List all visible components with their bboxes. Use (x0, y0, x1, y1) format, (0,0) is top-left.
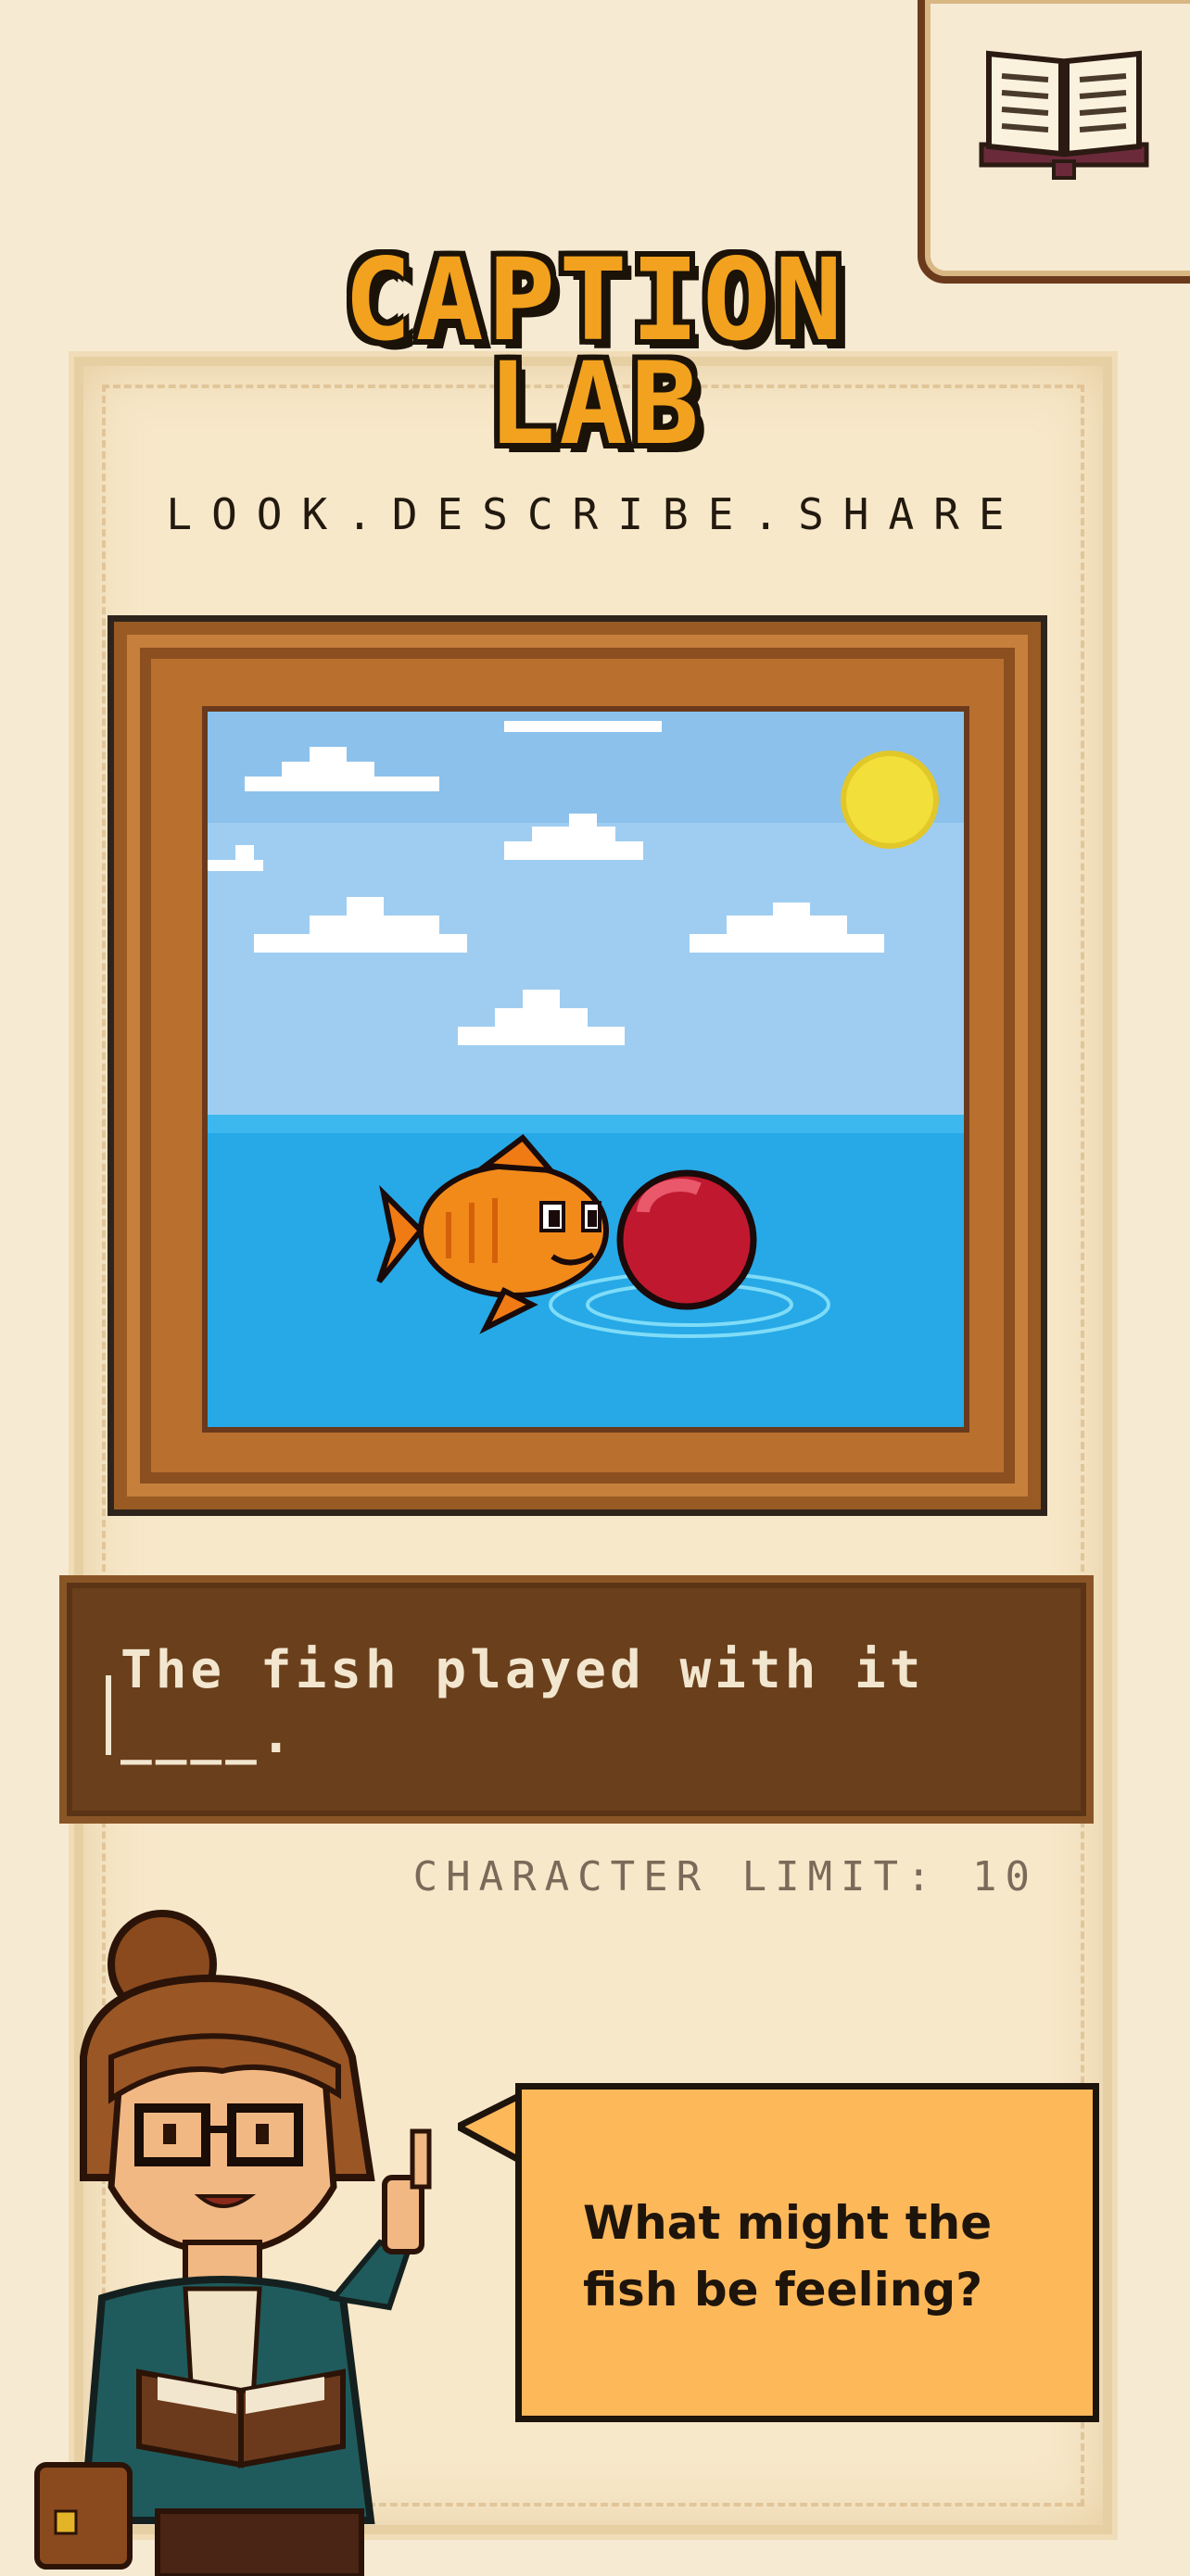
speech-bubble: What might the fish be feeling? (515, 2083, 1099, 2422)
book-button[interactable] (918, 0, 1190, 284)
teacher-character-icon (34, 1910, 432, 2576)
title-line-2: LAB (487, 338, 703, 470)
fish-and-red-ball-icon (208, 712, 964, 1427)
title-line-1: CAPTION (343, 234, 847, 366)
scene-image (202, 706, 969, 1433)
text-cursor (106, 1675, 111, 1755)
app-title: CAPTION LAB (0, 234, 1190, 470)
open-book-icon (979, 50, 1149, 180)
tagline: LOOK.DESCRIBE.SHARE (166, 489, 1024, 539)
caption-text: The fish played with it ____. (120, 1640, 925, 1765)
helper-question: What might the fish be feeling? (583, 2196, 993, 2317)
caption-input[interactable]: The fish played with it ____. (59, 1575, 1094, 1824)
picture-frame (108, 615, 1047, 1516)
